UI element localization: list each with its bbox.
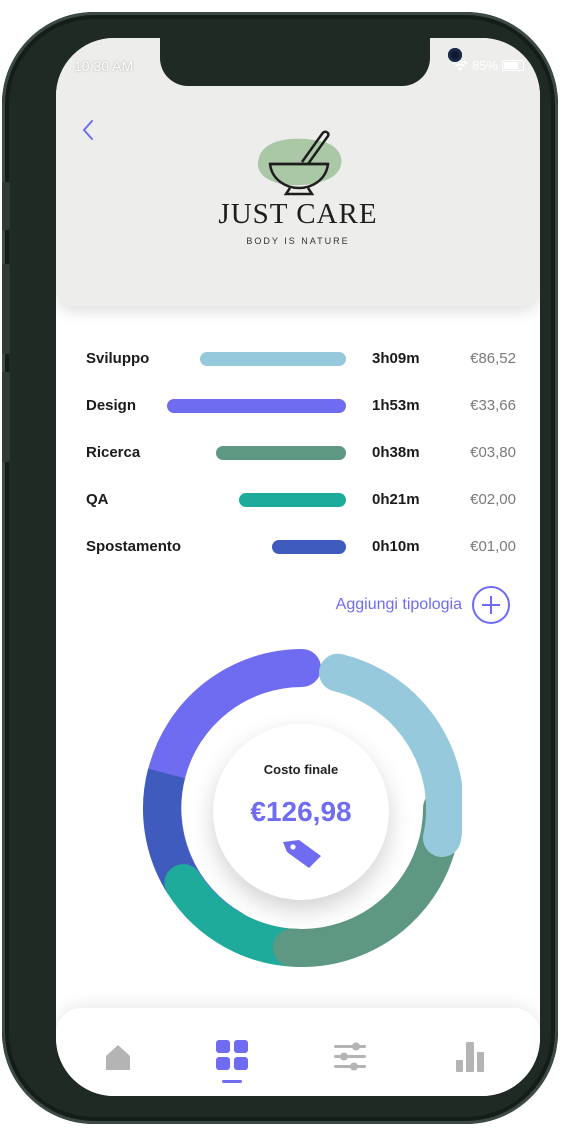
- brand-header: 10:30 AM 85%: [56, 38, 540, 306]
- nav-dashboard[interactable]: [212, 1036, 252, 1083]
- category-label: Ricerca: [86, 444, 141, 461]
- mute-switch: [2, 182, 10, 230]
- duration-bar: [216, 446, 346, 460]
- duration-bar: [272, 540, 346, 554]
- list-item[interactable]: QA 0h21m €02,00: [86, 489, 516, 513]
- home-icon: [106, 1045, 130, 1070]
- brand-name: JUST CARE: [218, 198, 378, 230]
- category-label: Spostamento: [86, 538, 182, 555]
- phone-notch: [160, 38, 462, 86]
- nav-stats[interactable]: [450, 1036, 490, 1076]
- status-time: 10:30 AM: [74, 58, 134, 74]
- price-tag-icon: [283, 840, 321, 868]
- total-cost-title: Costo finale: [263, 762, 339, 777]
- nav-settings[interactable]: [330, 1036, 370, 1076]
- duration-bar: [239, 493, 346, 507]
- status-indicators: 85%: [452, 58, 524, 73]
- nav-home[interactable]: [98, 1036, 138, 1076]
- mortar-pestle-icon: [258, 130, 342, 196]
- add-category-button[interactable]: Aggiungi tipologia: [336, 586, 510, 624]
- list-item[interactable]: Sviluppo 3h09m €86,52: [86, 348, 516, 372]
- plus-icon: [472, 586, 510, 624]
- battery-icon: [502, 60, 524, 71]
- back-button[interactable]: [80, 118, 96, 149]
- category-label: Sviluppo: [86, 350, 150, 367]
- total-cost-value: €126,98: [250, 796, 352, 827]
- volume-down-button: [2, 372, 10, 462]
- grid-icon: [216, 1040, 248, 1083]
- app-screen: 10:30 AM 85% JUST CARE BODY IS NATURE Sv…: [56, 38, 540, 1096]
- brand-tagline: BODY IS NATURE: [246, 236, 350, 246]
- bottom-nav: [56, 1008, 540, 1096]
- add-category-label: Aggiungi tipologia: [335, 596, 462, 613]
- total-cost-card: Costo finale €126,98: [213, 724, 389, 900]
- cost-value: €03,80: [470, 444, 516, 461]
- category-label: QA: [86, 491, 109, 508]
- cost-value: €33,66: [470, 397, 516, 414]
- bar-chart-icon: [456, 1042, 484, 1072]
- cost-value: €01,00: [470, 538, 516, 555]
- duration-bar: [167, 399, 346, 413]
- duration-value: 0h38m: [372, 444, 420, 461]
- chevron-left-icon: [82, 120, 93, 140]
- duration-value: 3h09m: [372, 350, 420, 367]
- list-item[interactable]: Spostamento 0h10m €01,00: [86, 536, 516, 560]
- sliders-icon: [334, 1042, 366, 1071]
- front-camera: [448, 48, 462, 62]
- battery-percent: 85%: [471, 58, 498, 73]
- list-item[interactable]: Ricerca 0h38m €03,80: [86, 442, 516, 466]
- cost-value: €86,52: [470, 350, 516, 367]
- list-item[interactable]: Design 1h53m €33,66: [86, 395, 516, 419]
- duration-bar: [200, 352, 346, 366]
- category-label: Design: [86, 397, 137, 414]
- volume-up-button: [2, 264, 10, 354]
- cost-value: €02,00: [470, 491, 516, 508]
- duration-value: 1h53m: [372, 397, 420, 414]
- duration-value: 0h21m: [372, 491, 420, 508]
- duration-value: 0h10m: [372, 538, 420, 555]
